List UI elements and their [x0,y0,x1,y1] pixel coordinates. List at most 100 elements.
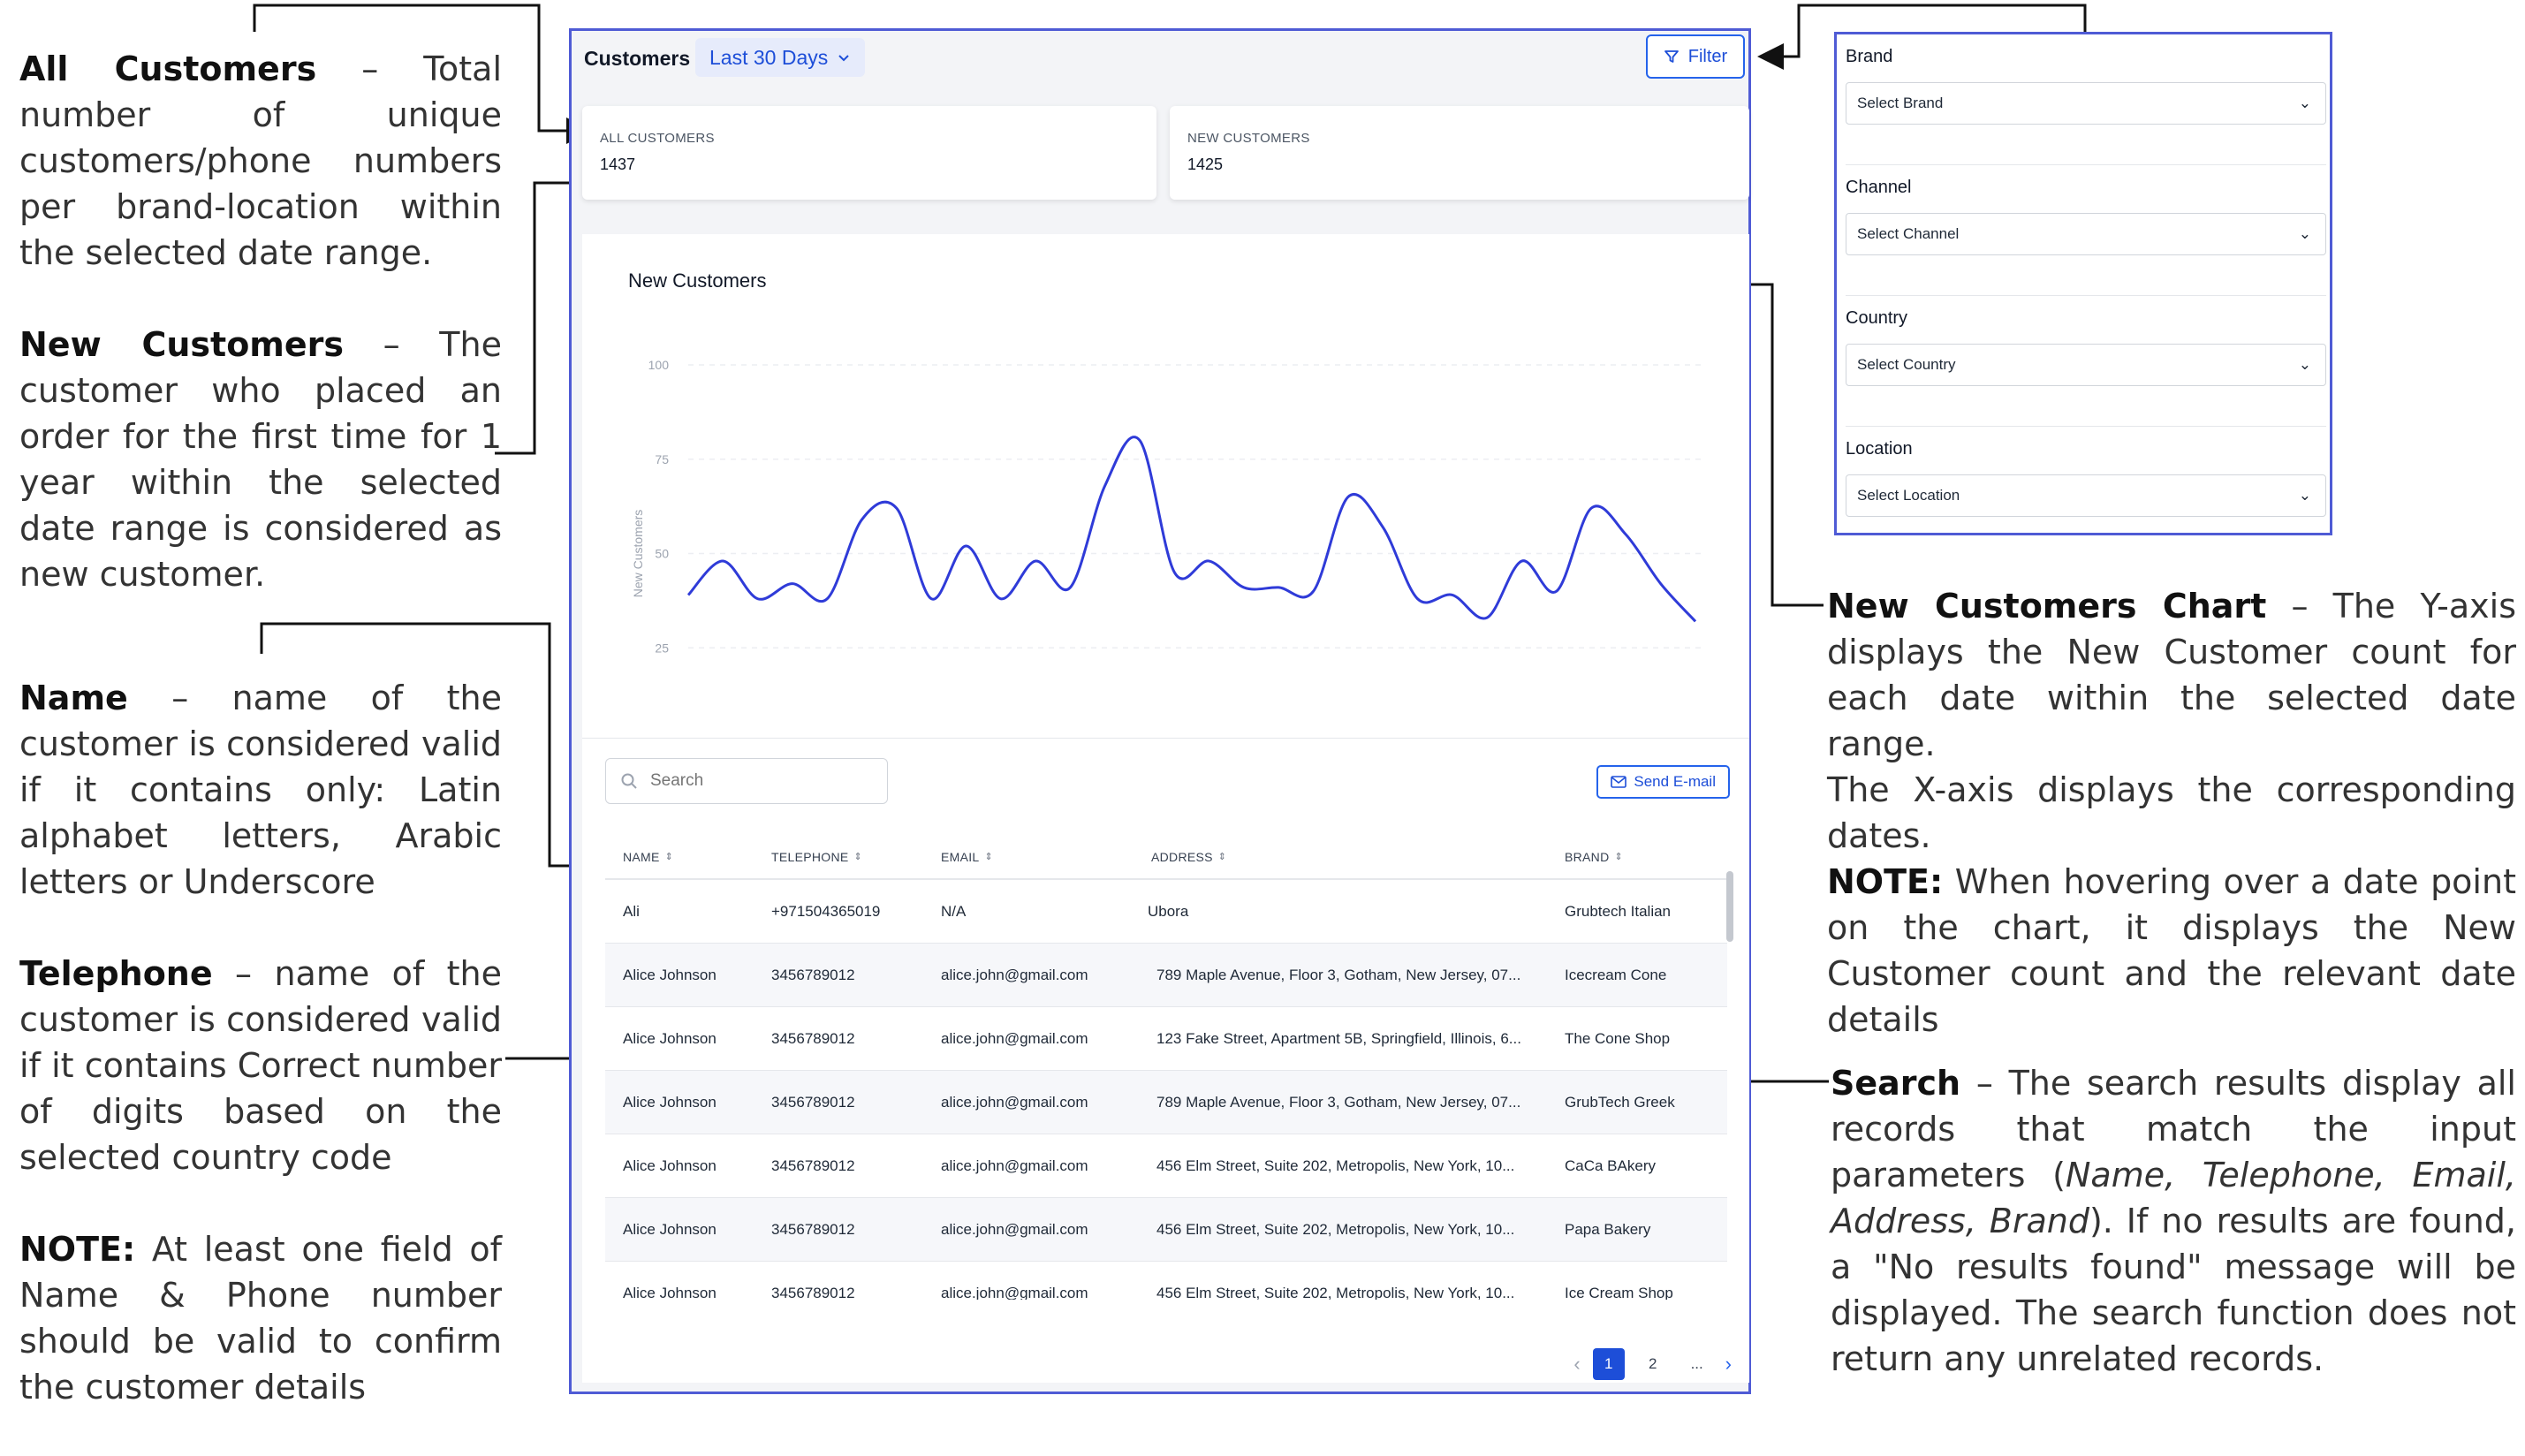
filter-label: Channel [1846,178,1912,197]
send-email-button[interactable]: Send E-mail [1596,765,1730,799]
table-row[interactable]: Alice Johnson 3456789012 alice.john@gmai… [605,1198,1727,1262]
customers-dashboard: Customers Last 30 Days Filter ALL CUSTOM… [569,28,1751,1394]
search-input[interactable] [650,771,871,791]
y-tick-label: 50 [655,547,669,561]
column-header-label: EMAIL [941,850,980,864]
y-axis-label: New Customers [631,510,645,598]
cell-name: Alice Johnson [623,1221,717,1238]
column-header-label: ADDRESS [1151,850,1213,864]
cell-address: Ubora [1148,903,1189,920]
brand-select[interactable]: Select Brand ⌄ [1846,82,2326,125]
new-customers-chart[interactable]: 0255075100New CustomersSep 24Sep 26Sep 2… [582,234,1749,738]
kpi-label: NEW CUSTOMERS [1187,131,1310,146]
left-annotations: All Customers – Total number of unique c… [19,46,502,1452]
table-header: NAME ⇕ TELEPHONE ⇕ EMAIL ⇕ ADDRESS ⇕ BRAND ⇕ [605,838,1727,880]
cell-name: Alice Johnson [623,1094,717,1111]
y-tick-label: 75 [655,452,669,466]
series-line-new-customers [686,436,1697,623]
cell-email: alice.john@gmail.com [941,1221,1088,1238]
cell-telephone: 3456789012 [771,1094,855,1111]
date-range-label: Last 30 Days [709,45,829,69]
page-button-current[interactable]: 1 [1592,1348,1625,1380]
table-row[interactable]: Alice Johnson 3456789012 alice.john@gmai… [605,944,1727,1007]
cell-name: Alice Johnson [623,1285,717,1300]
table-row[interactable]: Alice Johnson 3456789012 alice.john@gmai… [605,1134,1727,1198]
column-header-brand[interactable]: BRAND ⇕ [1565,850,1623,864]
column-header-telephone[interactable]: TELEPHONE ⇕ [771,850,862,864]
chevron-down-icon: ⌄ [2298,487,2311,504]
column-header-address[interactable]: ADDRESS ⇕ [1151,850,1526,864]
cell-brand: GrubTech Greek [1565,1094,1675,1111]
sort-icon: ⇕ [1217,852,1227,862]
search-box[interactable] [605,758,888,804]
annotation-chart-note: NOTE: When hovering over a date point on… [1827,862,2516,1039]
customers-table-card: Send E-mail NAME ⇕ TELEPHONE ⇕ EMAIL ⇕ ADDR… [582,738,1749,1383]
search-icon [621,773,637,789]
column-header-label: BRAND [1565,850,1610,864]
column-header-email[interactable]: EMAIL ⇕ [941,850,993,864]
column-header-name[interactable]: NAME ⇕ [623,850,673,864]
cell-email: alice.john@gmail.com [941,1157,1088,1174]
cell-address: 123 Fake Street, Apartment 5B, Springfie… [1156,1030,1521,1047]
filter-button[interactable]: Filter [1646,34,1745,79]
sort-icon: ⇕ [1614,852,1624,862]
table-row[interactable]: Alice Johnson 3456789012 alice.john@gmai… [605,1262,1727,1300]
prev-page-icon[interactable]: ‹ [1573,1353,1580,1376]
kpi-value: 1437 [600,155,636,173]
chevron-down-icon [838,55,849,62]
cell-address: 789 Maple Avenue, Floor 3, Gotham, New J… [1156,967,1521,983]
annotation-note-left: NOTE: At least one field of Name & Phone… [19,1230,502,1407]
cell-name: Alice Johnson [623,967,717,983]
cell-email: alice.john@gmail.com [941,1285,1088,1300]
page-button[interactable]: 2 [1637,1348,1669,1380]
cell-brand: CaCa BAkery [1565,1157,1656,1174]
table-row[interactable]: Alice Johnson 3456789012 alice.john@gmai… [605,1071,1727,1134]
filter-label: Brand [1846,47,1893,66]
cell-address: 456 Elm Street, Suite 202, Metropolis, N… [1156,1285,1515,1300]
cell-brand: Ice Cream Shop [1565,1285,1673,1300]
cell-address: 456 Elm Street, Suite 202, Metropolis, N… [1156,1157,1515,1174]
annotation-new-customers: New Customers – The customer who placed … [19,325,502,594]
select-value: Select Channel [1857,225,1960,242]
country-select[interactable]: Select Country ⌄ [1846,344,2326,386]
select-value: Select Location [1857,487,1960,504]
chevron-down-icon: ⌄ [2298,225,2311,242]
annotation-chart: New Customers Chart – The Y-axis display… [1827,583,2516,1043]
cell-telephone: 3456789012 [771,1157,855,1174]
channel-select[interactable]: Select Channel ⌄ [1846,213,2326,255]
annotation-chart-xaxis: The X-axis displays the corresponding da… [1827,770,2516,855]
cell-brand: Grubtech Italian [1565,903,1672,920]
select-value: Select Country [1857,356,1956,373]
chevron-down-icon: ⌄ [2298,95,2311,111]
page-ellipsis: ... [1690,1355,1703,1372]
location-select[interactable]: Select Location ⌄ [1846,474,2326,517]
cell-email: N/A [941,903,967,920]
send-email-label: Send E-mail [1634,773,1716,790]
table-scrollbar[interactable] [1726,871,1733,942]
cell-telephone: 3456789012 [771,967,855,983]
cell-name: Alice Johnson [623,1157,717,1174]
filter-label: Filter [1687,46,1728,66]
filter-group-brand: Brand Select Brand ⌄ [1837,34,2330,165]
select-value: Select Brand [1857,95,1944,111]
cell-telephone: 3456789012 [771,1221,855,1238]
cell-email: alice.john@gmail.com [941,1030,1088,1047]
next-page-icon[interactable]: › [1725,1353,1732,1376]
table-row[interactable]: Alice Johnson 3456789012 alice.john@gmai… [605,1007,1727,1071]
cell-name: Ali [623,903,640,920]
filter-group-location: Location Select Location ⌄ [1837,427,2330,557]
cell-telephone: 3456789012 [771,1030,855,1047]
new-customers-chart-card: 0255075100New CustomersSep 24Sep 26Sep 2… [582,234,1749,738]
cell-telephone: +971504365019 [771,903,881,920]
annotation-search: Search – The search results display all … [1831,1064,2516,1378]
cell-email: alice.john@gmail.com [941,1094,1088,1111]
kpi-all-customers: ALL CUSTOMERS 1437 [582,106,1156,200]
date-range-dropdown[interactable]: Last 30 Days [695,38,866,77]
kpi-new-customers: NEW CUSTOMERS 1425 [1170,106,1749,200]
y-tick-label: 100 [648,358,670,372]
table-body: Ali +971504365019 N/A Ubora Grubtech Ita… [605,880,1727,1300]
y-tick-label: 25 [655,641,669,655]
table-row[interactable]: Ali +971504365019 N/A Ubora Grubtech Ita… [605,880,1727,944]
cell-telephone: 3456789012 [771,1285,855,1300]
cell-brand: Papa Bakery [1565,1221,1651,1238]
